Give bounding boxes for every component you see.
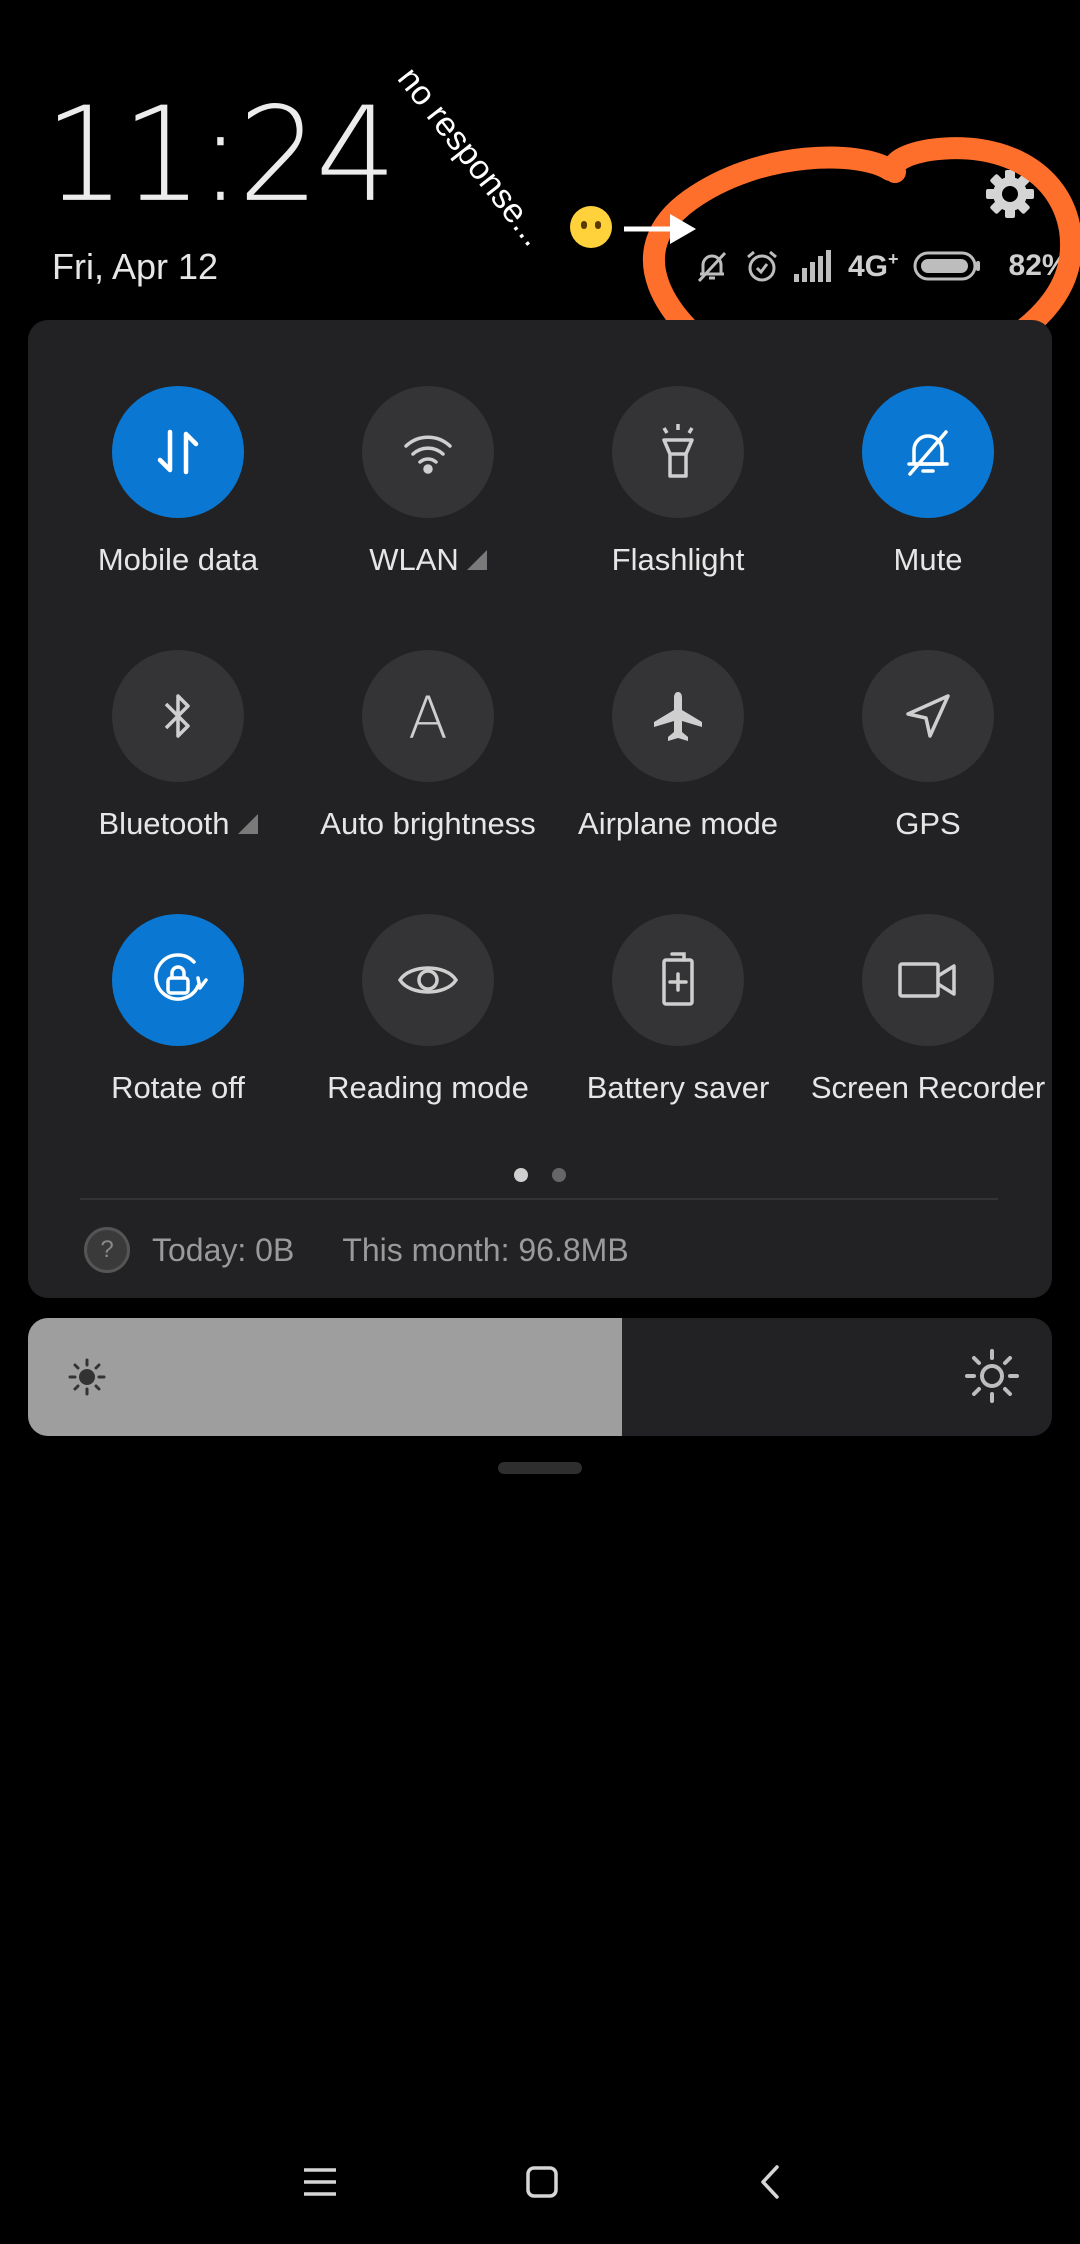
tile-wlan-button[interactable]	[362, 386, 494, 518]
tile-screen-recorder-button[interactable]	[862, 914, 994, 1046]
alarm-icon	[744, 248, 780, 284]
tile-rotate-off-button[interactable]	[112, 914, 244, 1046]
signal-icon	[794, 250, 834, 282]
tile-mute-button[interactable]	[862, 386, 994, 518]
video-camera-icon	[896, 958, 960, 1002]
divider	[80, 1198, 998, 1200]
tile-rotate-off[interactable]: Rotate off	[53, 914, 303, 1114]
home-icon[interactable]	[512, 2152, 572, 2212]
battery-percent: 82%	[1008, 249, 1069, 282]
help-icon[interactable]: ?	[84, 1227, 130, 1273]
rotate-lock-icon	[146, 948, 210, 1012]
settings-gear-icon[interactable]	[982, 166, 1038, 222]
tile-gps[interactable]: GPS	[803, 650, 1053, 850]
tile-airplane-mode[interactable]: Airplane mode	[553, 650, 803, 850]
tile-flashlight[interactable]: Flashlight	[553, 386, 803, 586]
tile-bluetooth-button[interactable]	[112, 650, 244, 782]
brightness-low-icon	[66, 1356, 108, 1403]
brightness-fill	[28, 1318, 622, 1436]
eye-icon	[396, 958, 460, 1002]
tile-label: Flashlight	[611, 542, 745, 577]
svg-text:A: A	[408, 688, 448, 744]
page-indicator	[28, 1168, 1052, 1187]
battery-saver-icon	[658, 950, 698, 1010]
tile-airplane-mode-button[interactable]	[612, 650, 744, 782]
expand-arrow-icon[interactable]	[466, 550, 487, 570]
clock-date: Fri, Apr 12	[52, 246, 219, 287]
mute-bell-icon	[694, 248, 730, 284]
tile-label: Reading mode	[327, 1070, 529, 1105]
tile-label: Screen Recorder	[810, 1070, 1046, 1105]
tile-gps-button[interactable]	[862, 650, 994, 782]
mute-bell-icon	[898, 422, 958, 482]
brightness-slider[interactable]	[28, 1318, 1052, 1436]
mobile-data-icon	[150, 424, 206, 480]
network-type: 4G+	[848, 248, 899, 283]
tile-screen-recorder[interactable]: Screen Recorder	[803, 914, 1053, 1114]
tile-label: Mute	[893, 542, 963, 577]
brightness-high-icon	[964, 1348, 1020, 1409]
tile-battery-saver[interactable]: Battery saver	[553, 914, 803, 1114]
flashlight-icon	[652, 422, 704, 482]
quick-settings-panel: Mobile data WLAN Flashlight Mute Bluetooth A A…	[28, 320, 1052, 1298]
airplane-icon	[650, 688, 706, 744]
tile-bluetooth[interactable]: Bluetooth	[53, 650, 303, 850]
tile-battery-saver-button[interactable]	[612, 914, 744, 1046]
tile-label: Bluetooth	[99, 806, 258, 842]
tile-mobile-data[interactable]: Mobile data	[53, 386, 303, 586]
wifi-icon	[398, 422, 458, 482]
status-bar: 4G+ 82%	[694, 244, 1069, 288]
tile-auto-brightness[interactable]: A Auto brightness	[303, 650, 553, 850]
tile-flashlight-button[interactable]	[612, 386, 744, 518]
data-usage-month: This month: 96.8MB	[342, 1231, 629, 1268]
page-dot-2[interactable]	[552, 1168, 566, 1182]
navigation-bar	[0, 2152, 1080, 2212]
battery-icon	[913, 251, 981, 281]
tile-label: Auto brightness	[320, 806, 536, 841]
tile-label: Rotate off	[111, 1070, 245, 1105]
annotation-text: no response...	[390, 60, 553, 254]
tile-label: Mobile data	[97, 542, 259, 577]
clock-time: 11:24	[44, 79, 397, 232]
tile-label: Battery saver	[586, 1070, 770, 1105]
tile-label: GPS	[895, 806, 961, 841]
notification-shade: 11:24 Fri, Apr 12 4G+ 82% no response...…	[0, 0, 1080, 2244]
tile-reading-mode-button[interactable]	[362, 914, 494, 1046]
expand-arrow-icon[interactable]	[237, 814, 258, 834]
gps-icon	[900, 688, 956, 744]
shade-drag-handle[interactable]	[498, 1462, 582, 1474]
bluetooth-icon	[156, 686, 200, 746]
tile-label: Airplane mode	[578, 806, 778, 841]
tile-wlan[interactable]: WLAN	[303, 386, 553, 586]
data-usage[interactable]: ? Today: 0B This month: 96.8MB	[84, 1226, 629, 1274]
tile-reading-mode[interactable]: Reading mode	[303, 914, 553, 1114]
tile-label: WLAN	[369, 542, 487, 578]
tile-mobile-data-button[interactable]	[112, 386, 244, 518]
auto-brightness-icon: A	[403, 688, 453, 744]
tile-auto-brightness-button[interactable]: A	[362, 650, 494, 782]
tile-mute[interactable]: Mute	[803, 386, 1053, 586]
back-icon[interactable]	[740, 2152, 800, 2212]
annotation-emoji	[570, 206, 612, 248]
data-usage-today: Today: 0B	[152, 1231, 295, 1268]
page-dot-1[interactable]	[514, 1168, 528, 1182]
menu-icon[interactable]	[290, 2152, 350, 2212]
